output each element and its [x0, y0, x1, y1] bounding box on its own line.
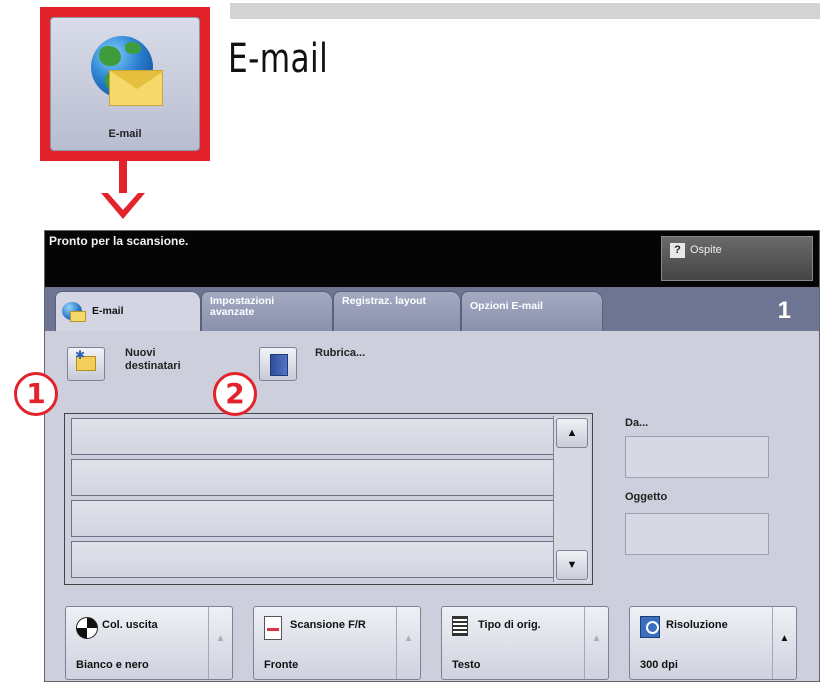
- new-recipients-button[interactable]: [67, 347, 105, 381]
- tab-email[interactable]: E-mail: [55, 291, 201, 333]
- resolution-icon: [640, 616, 660, 638]
- output-color-stepper[interactable]: ▲: [208, 607, 232, 679]
- address-book-button[interactable]: [259, 347, 297, 381]
- page-number: 1: [777, 297, 791, 324]
- recipient-row[interactable]: [71, 459, 560, 496]
- guest-label: Ospite: [690, 244, 722, 256]
- guest-button[interactable]: ? Ospite: [661, 236, 813, 281]
- tab-email-options[interactable]: Opzioni E-mail: [461, 291, 603, 331]
- output-color-title: Col. uscita: [102, 619, 158, 631]
- recipient-row[interactable]: [71, 541, 560, 578]
- two-sided-scan-button[interactable]: Scansione F/R Fronte ▲: [253, 606, 421, 680]
- two-sided-scan-stepper[interactable]: ▲: [396, 607, 420, 679]
- tab-bar: E-mail Impostazioni avanzate Registraz. …: [45, 287, 819, 333]
- main-content: Nuovi destinatari Rubrica... ▲ ▼ Da... O…: [45, 331, 819, 681]
- device-screen: Pronto per la scansione. ? Ospite E-mail…: [44, 230, 820, 682]
- tab-email-label: E-mail: [92, 305, 124, 317]
- original-type-icon: [452, 616, 468, 636]
- status-message: Pronto per la scansione.: [49, 234, 189, 248]
- two-sided-scan-value: Fronte: [264, 659, 299, 671]
- help-icon: ?: [670, 243, 685, 258]
- email-tab-icon: [62, 302, 86, 322]
- color-output-icon: [76, 617, 98, 639]
- email-icon-highlight: E-mail: [40, 7, 210, 161]
- callout-1-badge: 1: [14, 372, 58, 416]
- resolution-value: 300 dpi: [640, 659, 678, 671]
- new-recipients-label: Nuovi destinatari: [125, 347, 181, 372]
- callout-2-badge: 2: [213, 372, 257, 416]
- tab-options-label: Opzioni E-mail: [470, 300, 543, 312]
- new-recipient-icon: [75, 348, 96, 371]
- original-type-stepper[interactable]: ▲: [584, 607, 608, 679]
- tab-layout-adjustment[interactable]: Registraz. layout: [333, 291, 461, 331]
- address-book-label: Rubrica...: [315, 347, 366, 359]
- address-book-icon: [270, 354, 288, 376]
- scan-sided-icon: [264, 616, 282, 640]
- original-type-value: Testo: [452, 659, 481, 671]
- email-app-button[interactable]: E-mail: [50, 17, 200, 151]
- envelope-icon: [109, 70, 164, 106]
- page-title: E-mail: [228, 36, 329, 82]
- scroll-up-button[interactable]: ▲: [556, 418, 588, 448]
- resolution-title: Risoluzione: [666, 619, 728, 631]
- recipient-scrollbar[interactable]: ▲ ▼: [553, 416, 590, 582]
- from-label: Da...: [625, 417, 649, 429]
- two-sided-scan-title: Scansione F/R: [290, 619, 366, 631]
- output-color-button[interactable]: Col. uscita Bianco e nero ▲: [65, 606, 233, 680]
- original-type-button[interactable]: Tipo di orig. Testo ▲: [441, 606, 609, 680]
- tab-advanced-settings[interactable]: Impostazioni avanzate: [201, 291, 333, 331]
- subject-field[interactable]: [625, 513, 769, 555]
- subject-label: Oggetto: [625, 491, 668, 503]
- from-field[interactable]: [625, 436, 769, 478]
- resolution-button[interactable]: Risoluzione 300 dpi ▲: [629, 606, 797, 680]
- scroll-down-button[interactable]: ▼: [556, 550, 588, 580]
- resolution-stepper[interactable]: ▲: [772, 607, 796, 679]
- output-color-value: Bianco e nero: [76, 659, 149, 671]
- tab-advanced-label: Impostazioni avanzate: [210, 295, 275, 318]
- original-type-title: Tipo di orig.: [478, 619, 541, 631]
- recipient-row[interactable]: [71, 418, 560, 455]
- header-rule: [230, 3, 820, 19]
- email-app-label: E-mail: [108, 128, 142, 140]
- status-bar: Pronto per la scansione. ? Ospite: [45, 231, 819, 287]
- recipient-row[interactable]: [71, 500, 560, 537]
- tab-layout-label: Registraz. layout: [342, 295, 427, 307]
- recipient-list: ▲ ▼: [64, 413, 593, 585]
